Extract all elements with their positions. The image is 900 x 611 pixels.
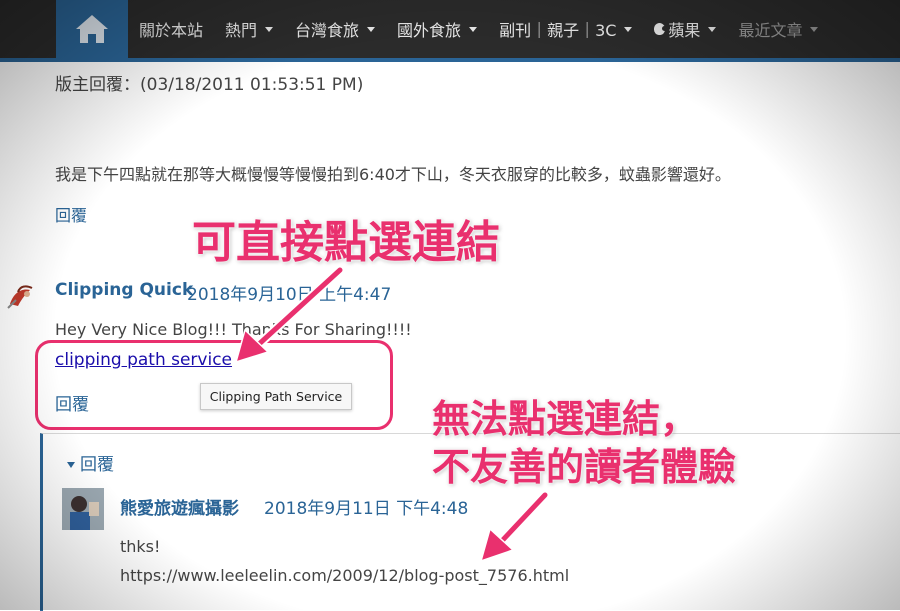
- annotation-line-2: 不友善的讀者體驗: [432, 445, 737, 489]
- top-navigation-bar: 關於本站 熱門 台灣食旅 國外食旅 副刊｜親子｜3C 蘋果 最近文章: [0, 0, 900, 62]
- nav-menu: 關於本站 熱門 台灣食旅 國外食旅 副刊｜親子｜3C 蘋果 最近文章: [128, 0, 829, 58]
- apple-icon: [654, 23, 668, 35]
- nav-accent-strip: [0, 58, 900, 62]
- nav-item-popular[interactable]: 熱門: [214, 17, 284, 41]
- reply-link[interactable]: 回覆: [55, 202, 87, 226]
- caret-down-icon: [367, 26, 376, 32]
- nav-item-recent-posts[interactable]: 最近文章: [727, 17, 829, 41]
- collapse-triangle-icon: [67, 462, 75, 468]
- nav-item-taiwan-food-travel[interactable]: 台灣食旅: [284, 17, 386, 41]
- highlight-box: [35, 340, 393, 430]
- owner-reply-header: 版主回覆：(03/18/2011 01:53:51 PM): [55, 75, 364, 95]
- reply-author[interactable]: 熊愛旅遊瘋攝影: [120, 494, 239, 519]
- reply-date[interactable]: 2018年9月11日 下午4:48: [264, 494, 468, 519]
- nav-item-apple[interactable]: 蘋果: [643, 17, 727, 41]
- reply-avatar: [62, 488, 104, 530]
- thread-toggle[interactable]: 回覆: [67, 450, 114, 475]
- caret-down-icon: [265, 26, 274, 32]
- reply-url-text: https://www.leeleelin.com/2009/12/blog-p…: [120, 566, 570, 585]
- annotation-not-clickable: 無法點選連結， 不友善的讀者體驗: [432, 395, 736, 491]
- commenter-avatar: [7, 285, 33, 309]
- annotation-clickable: 可直接點選連結: [192, 217, 500, 268]
- home-button[interactable]: [56, 0, 128, 58]
- comment-author[interactable]: Clipping Quick: [55, 280, 193, 300]
- comment-date[interactable]: 2018年9月10日 上午4:47: [187, 280, 391, 305]
- nav-item-about[interactable]: 關於本站: [128, 17, 214, 41]
- nav-item-overseas-food-travel[interactable]: 國外食旅: [386, 17, 488, 41]
- caret-down-icon: [469, 26, 478, 32]
- home-icon: [76, 15, 108, 43]
- caret-down-icon: [708, 26, 717, 32]
- annotation-line-1: 無法點選連結，: [432, 397, 699, 441]
- caret-down-icon: [810, 26, 819, 32]
- comment-text: Hey Very Nice Blog!!! Thanks For Sharing…: [55, 320, 412, 339]
- reply-text: thks!: [120, 537, 161, 556]
- caret-down-icon: [624, 26, 633, 32]
- owner-reply-body: 我是下午四點就在那等大概慢慢等慢慢拍到6:40才下山，冬天衣服穿的比較多，蚊蟲影…: [55, 165, 731, 184]
- nav-item-supplement[interactable]: 副刊｜親子｜3C: [488, 17, 643, 41]
